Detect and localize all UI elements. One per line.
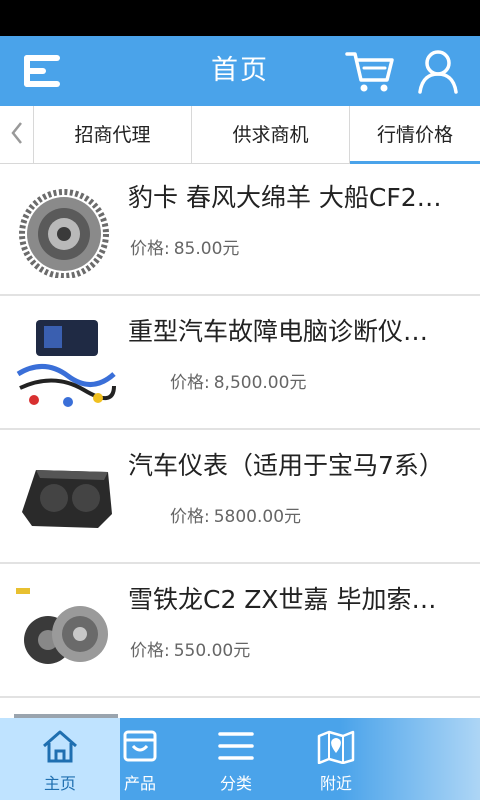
price-value: 85.00元 [173, 239, 240, 259]
cart-button[interactable] [340, 36, 400, 106]
product-item[interactable]: 豹卡 春风大绵羊 大船CF2… 价格: 85.00元 [0, 164, 480, 296]
nav-edge-glow [340, 718, 480, 800]
tab-scroll-left-button[interactable] [0, 106, 34, 164]
tab-supply-demand[interactable]: 供求商机 [192, 106, 350, 164]
product-image-gear-flywheel [14, 182, 118, 278]
product-item[interactable]: 汽车仪表（适用于宝马7系） 价格: 5800.00元 [0, 432, 480, 564]
chevron-left-icon [10, 120, 24, 150]
app-header: 首页 [0, 36, 480, 106]
tab-investment-agency[interactable]: 招商代理 [34, 106, 192, 164]
product-title: 豹卡 春风大绵羊 大船CF2… [128, 183, 442, 212]
product-title: 重型汽车故障电脑诊断仪… [128, 317, 429, 346]
user-icon [416, 48, 460, 94]
price-value: 5800.00元 [213, 507, 302, 527]
product-title: 汽车仪表（适用于宝马7系） [128, 451, 444, 480]
menu-button[interactable] [14, 36, 70, 106]
product-title: 雪铁龙C2 ZX世嘉 毕加索… [128, 585, 437, 614]
product-image-clutch-kit [14, 584, 118, 680]
shopping-cart-icon [344, 48, 396, 94]
price-label: 价格: [130, 641, 170, 661]
user-button[interactable] [408, 36, 468, 106]
price-value: 8,500.00元 [213, 373, 307, 393]
product-item[interactable]: 重型汽车故障电脑诊断仪… 价格: 8,500.00元 [0, 298, 480, 430]
price-label: 价格: [130, 239, 170, 259]
status-bar [0, 0, 480, 36]
product-list: 豹卡 春风大绵羊 大船CF2… 价格: 85.00元 重型汽车故障电脑诊断仪… 价… [0, 164, 480, 718]
menu-icon [20, 51, 64, 91]
product-image-dashboard-cluster [14, 450, 118, 546]
page-title: 首页 [211, 55, 269, 86]
product-price: 价格: 8,500.00元 [170, 368, 306, 393]
price-value: 550.00元 [173, 641, 251, 661]
product-item[interactable] [0, 700, 480, 718]
product-price: 价格: 5800.00元 [170, 502, 301, 527]
product-price: 价格: 550.00元 [130, 636, 250, 661]
category-tab-bar: 招商代理 供求商机 行情价格 [0, 106, 480, 164]
bottom-nav: 主页 产品 分类 附近 [0, 718, 480, 800]
price-label: 价格: [170, 373, 210, 393]
tab-market-price[interactable]: 行情价格 [350, 106, 480, 164]
price-label: 价格: [170, 507, 210, 527]
product-item[interactable]: 雪铁龙C2 ZX世嘉 毕加索… 价格: 550.00元 [0, 566, 480, 698]
product-image-diagnostic-kit [14, 316, 118, 412]
product-price: 价格: 85.00元 [130, 234, 239, 259]
